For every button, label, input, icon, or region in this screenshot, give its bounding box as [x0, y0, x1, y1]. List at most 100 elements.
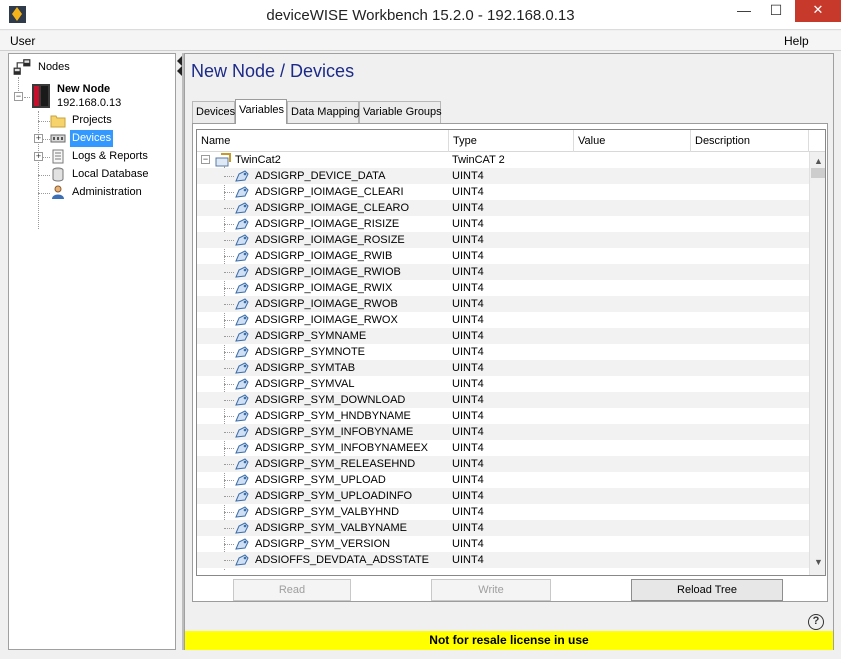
- minimize-button[interactable]: —: [730, 0, 758, 22]
- table-row[interactable]: ADSIGRP_SYMNAME UINT4: [197, 328, 809, 344]
- logs-icon: [52, 149, 64, 164]
- write-button[interactable]: Write: [431, 579, 551, 601]
- column-header-description[interactable]: Description: [691, 130, 809, 152]
- help-icon[interactable]: ?: [808, 614, 824, 630]
- row-type: UINT4: [452, 330, 484, 342]
- menu-user[interactable]: User: [10, 34, 35, 48]
- page-title: New Node / Devices: [191, 61, 355, 81]
- row-type: UINT4: [452, 282, 484, 294]
- tab-devices[interactable]: Devices: [192, 101, 235, 123]
- expand-devices-toggle[interactable]: +: [34, 134, 43, 143]
- row-name: ADSIGRP_IOIMAGE_RWOB: [255, 298, 398, 310]
- variable-tag-icon: [235, 266, 249, 278]
- row-name: ADSIGRP_SYM_UPLOADINFO: [255, 490, 413, 502]
- table-row[interactable]: ADSIGRP_IOIMAGE_CLEARO UINT4: [197, 200, 809, 216]
- table-row[interactable]: ADSIGRP_SYM_RELEASEHND UINT4: [197, 456, 809, 472]
- row-type: UINT4: [452, 378, 484, 390]
- title-bar: deviceWISE Workbench 15.2.0 - 192.168.0.…: [0, 0, 841, 30]
- row-name: ADSIOFFS_DEVDATA_ADSSTATE: [255, 554, 429, 566]
- table-row[interactable]: ADSIGRP_SYM_VERSION UINT4: [197, 536, 809, 552]
- row-type: UINT4: [452, 170, 484, 182]
- table-row[interactable]: ADSIGRP_SYM_INFOBYNAMEEX UINT4: [197, 440, 809, 456]
- table-row[interactable]: ADSIGRP_IOIMAGE_CLEARI UINT4: [197, 184, 809, 200]
- scroll-up-icon[interactable]: ▲: [814, 156, 823, 166]
- row-type: TwinCAT 2: [452, 154, 505, 166]
- table-row[interactable]: ADSIGRP_SYMNOTE UINT4: [197, 344, 809, 360]
- tree-root-label: Nodes: [38, 61, 70, 73]
- column-header-name[interactable]: Name: [197, 130, 449, 152]
- collapse-twincat-toggle[interactable]: −: [201, 155, 210, 164]
- row-type: UINT4: [452, 394, 484, 406]
- table-row[interactable]: ADSIGRP_SYM_DOWNLOAD UINT4: [197, 392, 809, 408]
- vertical-scrollbar[interactable]: ▲ ▼: [809, 152, 825, 575]
- table-row[interactable]: ADSIGRP_SYM_VALBYHND UINT4: [197, 504, 809, 520]
- table-row[interactable]: ADSIGRP_SYM_UPLOADINFO UINT4: [197, 488, 809, 504]
- row-type: UINT4: [452, 218, 484, 230]
- table-row[interactable]: ADSIGRP_IOIMAGE_RWOX UINT4: [197, 312, 809, 328]
- table-row[interactable]: ADSIGRP_IOIMAGE_RWOB UINT4: [197, 296, 809, 312]
- close-button[interactable]: ✕: [795, 0, 841, 22]
- variable-tag-icon: [235, 298, 249, 310]
- twincat-device-icon: [215, 153, 231, 167]
- table-row[interactable]: ADSIGRP_IOIMAGE_RISIZE UINT4: [197, 216, 809, 232]
- row-type: UINT4: [452, 538, 484, 550]
- column-header-type[interactable]: Type: [449, 130, 574, 152]
- grid-body: − TwinCat2 TwinCAT 2 ADSIGRP_DEVICE_DATA…: [197, 152, 809, 575]
- table-row[interactable]: ADSIGRP_IOIMAGE_ROSIZE UINT4: [197, 232, 809, 248]
- table-row[interactable]: ADSIOFFS_DEVDATA_ADSSTATE UINT4: [197, 552, 809, 568]
- read-button[interactable]: Read: [233, 579, 351, 601]
- table-row[interactable]: ADSIGRP_IOIMAGE_RWIOB UINT4: [197, 264, 809, 280]
- row-name: ADSIGRP_IOIMAGE_RWIOB: [255, 266, 401, 278]
- variable-tag-icon: [235, 234, 249, 246]
- table-row[interactable]: ADSIGRP_SYM_VALBYNAME UINT4: [197, 520, 809, 536]
- expand-logs-toggle[interactable]: +: [34, 152, 43, 161]
- sidebar-item-label: Administration: [72, 186, 142, 198]
- devices-icon: [50, 134, 66, 143]
- table-row[interactable]: ADSIGRP_IOIMAGE_RWIB UINT4: [197, 248, 809, 264]
- variables-tab-panel: Name Type Value Description − TwinCat2 T…: [192, 123, 828, 602]
- tab-variables[interactable]: Variables: [235, 99, 287, 124]
- row-type: UINT4: [452, 426, 484, 438]
- navigation-tree: Nodes − New Node 192.168.0.13 + + Projec…: [8, 53, 176, 650]
- row-type: UINT4: [452, 490, 484, 502]
- variable-tag-icon: [235, 506, 249, 518]
- row-name: ADSIGRP_SYM_HNDBYNAME: [255, 410, 411, 422]
- node-ip: 192.168.0.13: [57, 97, 122, 109]
- admin-user-icon: [52, 185, 64, 199]
- variable-tag-icon: [235, 378, 249, 390]
- variable-tag-icon: [235, 394, 249, 406]
- row-type: UINT4: [452, 234, 484, 246]
- table-row[interactable]: ADSIGRP_SYM_HNDBYNAME UINT4: [197, 408, 809, 424]
- row-name: ADSIGRP_SYM_INFOBYNAME: [255, 426, 414, 438]
- tab-data-mapping[interactable]: Data Mapping: [287, 101, 360, 123]
- variable-tag-icon: [235, 202, 249, 214]
- table-row[interactable]: ADSIGRP_IOIMAGE_RWIX UINT4: [197, 280, 809, 296]
- menu-help[interactable]: Help: [784, 34, 809, 48]
- table-row[interactable]: ADSIGRP_DEVICE_DATA UINT4: [197, 168, 809, 184]
- sidebar-item-label: Local Database: [72, 168, 149, 180]
- license-banner: Not for resale license in use: [185, 631, 833, 650]
- maximize-button[interactable]: ☐: [762, 0, 790, 22]
- variable-tag-icon: [235, 186, 249, 198]
- row-type: UINT4: [452, 314, 484, 326]
- table-row-root[interactable]: − TwinCat2 TwinCAT 2: [197, 152, 809, 168]
- row-type: UINT4: [452, 266, 484, 278]
- column-header-value[interactable]: Value: [574, 130, 691, 152]
- row-name: ADSIGRP_DEVICE_DATA: [255, 170, 386, 182]
- row-name: ADSIGRP_SYM_INFOBYNAMEEX: [255, 442, 428, 454]
- scroll-thumb[interactable]: [811, 168, 825, 178]
- collapse-node-toggle[interactable]: −: [14, 92, 23, 101]
- table-row[interactable]: ADSIGRP_SYM_INFOBYNAME UINT4: [197, 424, 809, 440]
- sidebar-item-label: Logs & Reports: [72, 150, 148, 162]
- row-type: UINT4: [452, 458, 484, 470]
- tab-variable-groups[interactable]: Variable Groups: [359, 101, 442, 123]
- table-row[interactable]: ADSIGRP_SYMVAL UINT4: [197, 376, 809, 392]
- table-row[interactable]: ADSIGRP_SYM_UPLOAD UINT4: [197, 472, 809, 488]
- reload-tree-button[interactable]: Reload Tree: [631, 579, 783, 601]
- table-row[interactable]: ADSIGRP_SYMTAB UINT4: [197, 360, 809, 376]
- variable-tag-icon: [235, 362, 249, 374]
- grid-header: Name Type Value Description: [197, 130, 825, 152]
- scroll-down-icon[interactable]: ▼: [814, 557, 823, 567]
- row-name: ADSIGRP_SYMVAL: [255, 378, 355, 390]
- row-type: UINT4: [452, 554, 484, 566]
